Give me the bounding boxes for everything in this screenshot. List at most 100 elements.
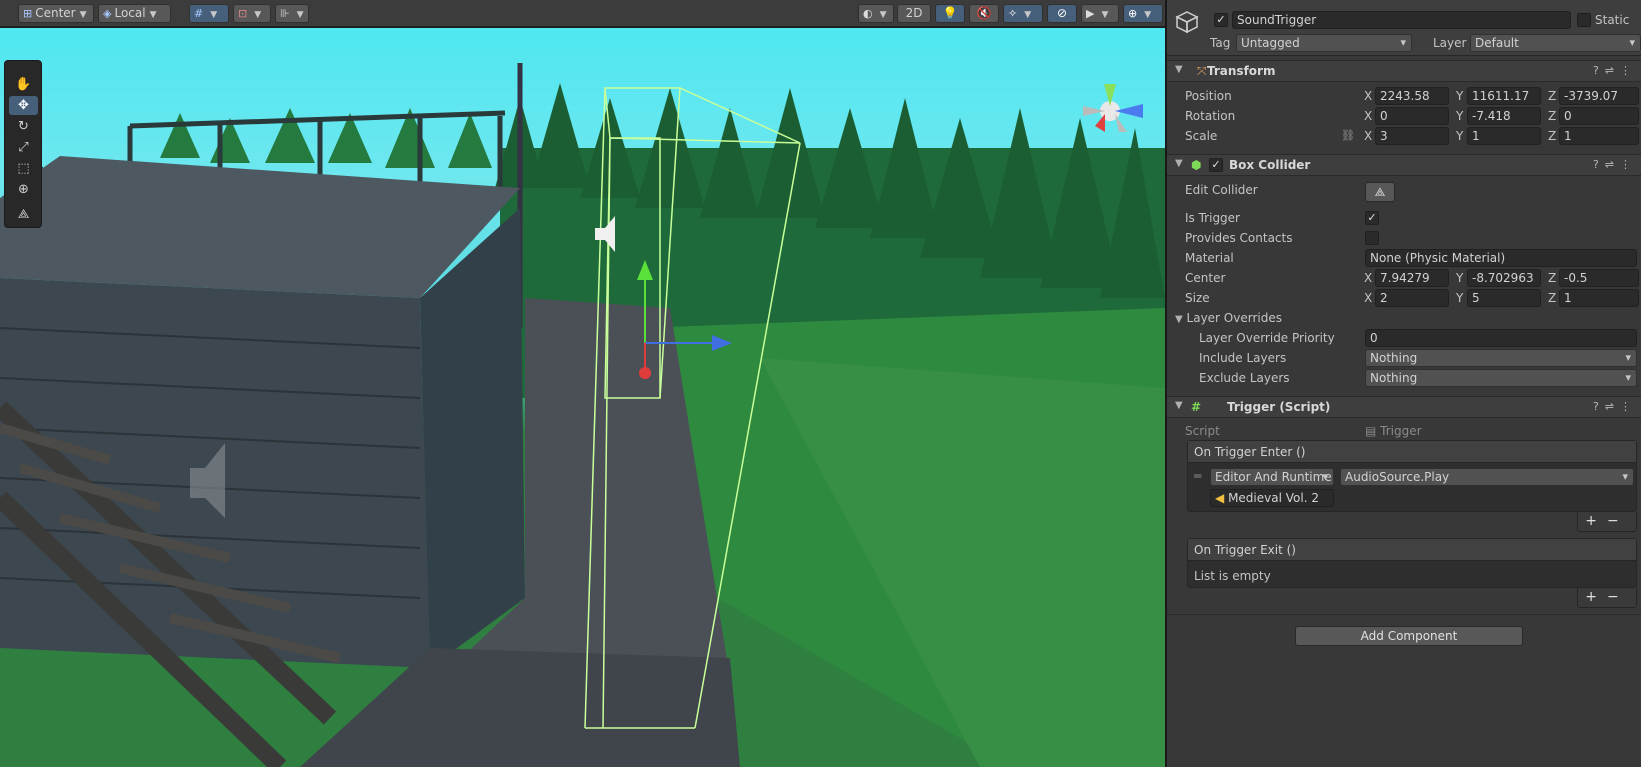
position-z-field[interactable]: -3739.07 [1559, 87, 1639, 105]
camera-icon: ▶ [1086, 7, 1095, 20]
center-label: Center [1185, 271, 1226, 285]
rotation-z-field[interactable]: 0 [1559, 107, 1639, 125]
static-checkbox[interactable] [1577, 13, 1591, 27]
position-y-field[interactable]: 11611.17 [1467, 87, 1541, 105]
runtime-mode-dropdown[interactable]: Editor And Runtime [1210, 468, 1334, 486]
box-collider-icon: ⬢ [1191, 158, 1202, 172]
script-label: Script [1185, 424, 1220, 438]
layer-override-priority-field[interactable]: 0 [1365, 329, 1637, 347]
ruler-icon: ⊪ [280, 7, 290, 20]
effects-dropdown[interactable]: ✧ ▼ [1003, 4, 1043, 23]
on-trigger-exit-title: On Trigger Exit () [1188, 539, 1636, 561]
layer-label: Layer [1433, 36, 1467, 50]
edit-collider-button[interactable]: ⟁ [1365, 182, 1395, 202]
box-collider-header[interactable]: ▼ ⬢ ✓ Box Collider ?⇌⋮ [1167, 154, 1641, 176]
center-y-field[interactable]: -8.702963 [1467, 269, 1541, 287]
component-menu-icons[interactable]: ?⇌⋮ [1593, 158, 1637, 171]
box-collider-enabled-checkbox[interactable]: ✓ [1209, 158, 1223, 172]
collapse-arrow-icon[interactable]: ▼ [1175, 158, 1183, 169]
material-field[interactable]: None (Physic Material) [1365, 249, 1637, 267]
static-label: Static [1595, 13, 1630, 27]
constrain-proportions-icon[interactable]: ⛓ [1341, 129, 1355, 142]
orientation-gizmo[interactable] [1065, 66, 1155, 156]
active-checkbox[interactable]: ✓ [1214, 13, 1228, 27]
rotation-x-field[interactable]: 0 [1375, 107, 1449, 125]
layer-dropdown[interactable]: Default [1470, 34, 1641, 52]
include-layers-label: Include Layers [1199, 351, 1287, 365]
scale-y-field[interactable]: 1 [1467, 127, 1541, 145]
rotation-label: Rotation [1185, 109, 1236, 123]
hidden-objects-toggle[interactable]: ⊘ [1047, 4, 1077, 23]
scale-tool-icon[interactable]: ⤢ [9, 138, 38, 157]
unity-editor: ⊞ Center ▼ ◈ Local ▼ # ▼ ⊡ ▼ ⊪ ▼ ◐ ▼ 2D 💡 🔇 ✧ ▼ ⊘… [0, 0, 1641, 767]
scene-viewport[interactable]: ✋ ✥ ↻ ⤢ ⬚ ⊕ ⟁ [0, 28, 1165, 767]
move-tool-icon[interactable]: ✥ [9, 96, 38, 115]
lighting-toggle-button[interactable]: 💡 [935, 4, 965, 23]
size-label: Size [1185, 291, 1210, 305]
rotate-tool-icon[interactable]: ↻ [9, 117, 38, 136]
function-dropdown[interactable]: AudioSource.Play [1340, 468, 1634, 486]
foldout-arrow-icon: ▼ [1175, 314, 1183, 325]
layer-overrides-foldout[interactable]: ▼ Layer Overrides [1175, 311, 1282, 325]
transform-header[interactable]: ▼ ⤧ Transform ?⇌⋮ [1167, 60, 1641, 82]
add-component-button[interactable]: Add Component [1295, 626, 1523, 646]
component-menu-icons[interactable]: ?⇌⋮ [1593, 64, 1637, 77]
trigger-script-header[interactable]: ▼ # Trigger (Script) ?⇌⋮ [1167, 396, 1641, 418]
hand-tool-icon[interactable]: ✋ [9, 75, 38, 94]
pivot-rotation-dropdown[interactable]: ◈ Local ▼ [98, 4, 171, 23]
tag-dropdown[interactable]: Untagged [1236, 34, 1412, 52]
provides-contacts-checkbox[interactable] [1365, 231, 1379, 245]
component-menu-icons[interactable]: ?⇌⋮ [1593, 400, 1637, 413]
exclude-layers-label: Exclude Layers [1199, 371, 1290, 385]
divider [1167, 614, 1641, 615]
collapse-arrow-icon[interactable]: ▼ [1175, 400, 1183, 411]
chevron-down-icon: ▼ [149, 10, 157, 20]
scale-z-field[interactable]: 1 [1559, 127, 1639, 145]
layer-override-priority-label: Layer Override Priority [1199, 331, 1335, 345]
custom-tool-icon[interactable]: ⟁ [9, 205, 38, 224]
exclude-layers-dropdown[interactable]: Nothing [1365, 369, 1637, 387]
script-file-icon: ▤ [1365, 424, 1377, 438]
local-icon: ◈ [103, 7, 112, 20]
is-trigger-checkbox[interactable]: ✓ [1365, 211, 1379, 225]
size-y-field[interactable]: 5 [1467, 289, 1541, 307]
center-z-field[interactable]: -0.5 [1559, 269, 1639, 287]
audio-toggle-button[interactable]: 🔇 [969, 4, 999, 23]
center-x-field[interactable]: 7.94279 [1375, 269, 1449, 287]
scene-view: ⊞ Center ▼ ◈ Local ▼ # ▼ ⊡ ▼ ⊪ ▼ ◐ ▼ 2D 💡 🔇 ✧ ▼ ⊘… [0, 0, 1165, 767]
edit-collider-label: Edit Collider [1185, 183, 1258, 197]
gizmos-icon: ⊕ [1128, 7, 1138, 20]
transform-tool-icon[interactable]: ⊕ [9, 180, 38, 199]
audio-mute-icon: 🔇 [976, 6, 992, 20]
pivot-icon: ⊞ [23, 7, 33, 20]
camera-settings-dropdown[interactable]: ▶ ▼ [1081, 4, 1119, 23]
edit-bounds-icon: ⟁ [1374, 185, 1386, 199]
gameobject-cube-icon [1175, 11, 1199, 34]
position-x-field[interactable]: 2243.58 [1375, 87, 1449, 105]
object-name-field[interactable]: SoundTrigger [1232, 11, 1571, 29]
list-empty-text: List is empty [1194, 569, 1271, 583]
collapse-arrow-icon[interactable]: ▼ [1175, 64, 1183, 75]
exit-add-remove-buttons[interactable]: +− [1577, 588, 1637, 608]
increment-snap-button[interactable]: ⊡ ▼ [233, 4, 271, 23]
snap-settings-button[interactable]: ⊪ ▼ [275, 4, 309, 23]
size-x-field[interactable]: 2 [1375, 289, 1449, 307]
object-header: ✓ SoundTrigger Static Tag Untagged Layer… [1167, 0, 1641, 56]
include-layers-dropdown[interactable]: Nothing [1365, 349, 1637, 367]
is-trigger-label: Is Trigger [1185, 211, 1240, 225]
rotation-y-field[interactable]: -7.418 [1467, 107, 1541, 125]
light-bulb-icon: 💡 [942, 6, 958, 20]
rect-tool-icon[interactable]: ⬚ [9, 159, 38, 178]
chevron-down-icon: ▼ [79, 10, 87, 20]
scale-x-field[interactable]: 3 [1375, 127, 1449, 145]
draw-mode-dropdown[interactable]: ◐ ▼ [858, 4, 894, 23]
material-label: Material [1185, 251, 1234, 265]
2d-toggle-button[interactable]: 2D [897, 4, 931, 23]
size-z-field[interactable]: 1 [1559, 289, 1639, 307]
enter-add-remove-buttons[interactable]: +− [1577, 512, 1637, 532]
gizmos-dropdown[interactable]: ⊕ ▼ [1123, 4, 1163, 23]
grid-snap-button[interactable]: # ▼ [189, 4, 229, 23]
pivot-mode-dropdown[interactable]: ⊞ Center ▼ [18, 4, 94, 23]
drag-handle-icon[interactable]: ═ [1194, 469, 1201, 483]
target-object-field[interactable]: ◀ Medieval Vol. 2 [1210, 489, 1334, 507]
